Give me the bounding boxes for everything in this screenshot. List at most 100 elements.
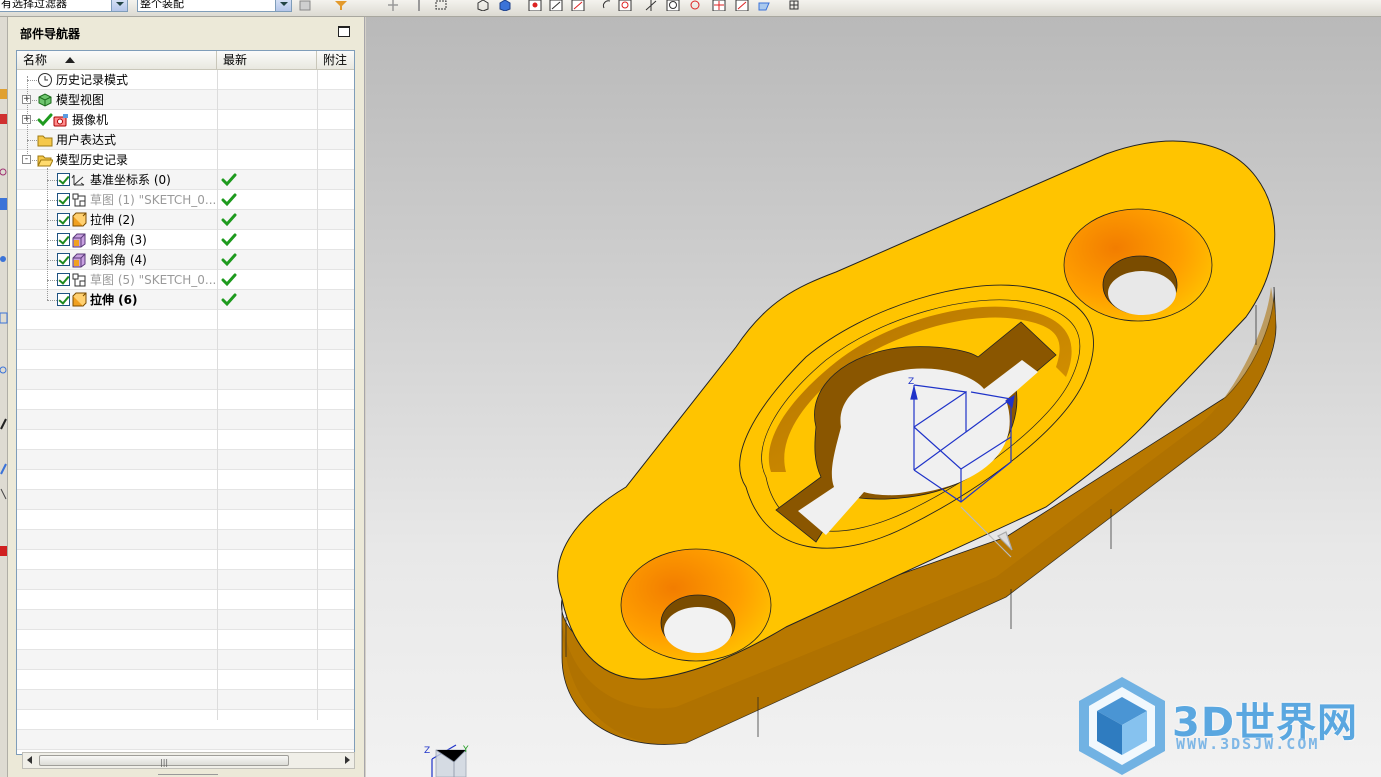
clock-icon	[37, 72, 53, 88]
process-studio-icon[interactable]	[0, 363, 8, 377]
assembly-scope-value: 整个装配	[140, 0, 184, 10]
graphics-window[interactable]: Z Z Y 3D世界网 WWW.3DSJW.COM	[366, 17, 1381, 777]
empty-row	[17, 670, 354, 690]
empty-row	[17, 650, 354, 670]
chevron-down-icon[interactable]	[111, 0, 127, 11]
tree-row[interactable]: 倒斜角 (4)	[17, 250, 354, 270]
web-browser-icon[interactable]	[0, 252, 8, 266]
snap-tangent-icon[interactable]	[644, 0, 658, 11]
system-visualization-icon[interactable]	[0, 417, 8, 431]
view-triad[interactable]	[431, 744, 467, 777]
grid-icon[interactable]	[788, 0, 802, 11]
reuse-library-icon[interactable]	[0, 462, 8, 476]
datum-csys-icon	[71, 172, 87, 188]
tree-connector	[47, 168, 48, 300]
empty-row	[17, 590, 354, 610]
tree-row[interactable]: 拉伸 (6)	[17, 290, 354, 310]
part-navigator-icon[interactable]	[0, 197, 8, 211]
feature-checkbox[interactable]	[57, 233, 70, 246]
empty-row	[17, 350, 354, 370]
model-view[interactable]: Z Z Y	[366, 17, 1381, 777]
tree-row[interactable]: + 摄像机	[17, 110, 354, 130]
history-icon[interactable]	[0, 165, 8, 179]
latest-check-icon	[221, 192, 237, 208]
empty-row	[17, 410, 354, 430]
chamfer-icon	[71, 252, 87, 268]
assembly-navigator-icon[interactable]	[0, 112, 8, 126]
tree-row[interactable]: 基准坐标系 (0)	[17, 170, 354, 190]
hd3d-icon[interactable]	[0, 487, 8, 501]
counterbore-hole-right	[1063, 208, 1213, 322]
tree-row[interactable]: 拉伸 (2)	[17, 210, 354, 230]
assembly-scope-combo[interactable]: 整个装配	[137, 0, 292, 12]
snap-point-icon[interactable]	[298, 0, 312, 11]
box-select-icon[interactable]	[435, 0, 449, 11]
counterbore-hole-left	[620, 548, 772, 662]
feature-checkbox[interactable]	[57, 213, 70, 226]
filter-funnel-icon[interactable]	[334, 0, 348, 11]
csys-z-label: Z	[908, 377, 914, 387]
folder-open-icon	[37, 152, 54, 168]
snap-face-icon[interactable]	[757, 0, 771, 11]
extrude-icon	[71, 292, 87, 308]
column-header-latest[interactable]: 最新	[217, 51, 317, 70]
column-header-name[interactable]: 名称	[17, 51, 217, 70]
shaded-cube-icon[interactable]	[498, 0, 512, 11]
empty-row	[17, 490, 354, 510]
scrollbar-thumb[interactable]: |||	[39, 755, 289, 767]
snap-center-icon[interactable]	[666, 0, 680, 11]
column-divider	[217, 70, 218, 720]
feature-checkbox[interactable]	[57, 173, 70, 186]
tree-header: 名称 最新 附注	[17, 51, 354, 70]
tree-row[interactable]: - 模型历史记录	[17, 150, 354, 170]
camera-icon	[53, 112, 69, 128]
tree-row[interactable]: 用户表达式	[17, 130, 354, 150]
snap-existing-point-icon[interactable]	[712, 0, 726, 11]
resource-bar	[0, 17, 8, 777]
maximize-icon[interactable]	[338, 26, 350, 37]
scroll-right-icon[interactable]	[345, 756, 350, 764]
empty-row	[17, 450, 354, 470]
watermark-logo	[1079, 677, 1165, 775]
collapse-icon[interactable]: -	[22, 155, 31, 164]
tree-row-label: 模型历史记录	[56, 153, 129, 167]
chevron-down-icon[interactable]	[275, 0, 291, 11]
tree-row-label: 草图 (1) "SKETCH_0...	[90, 193, 217, 207]
feature-checkbox[interactable]	[57, 193, 70, 206]
snap-quadrant-icon[interactable]	[688, 0, 702, 11]
tree-row-label: 基准坐标系 (0)	[90, 173, 171, 187]
snap-control-icon[interactable]	[571, 0, 585, 11]
feature-checkbox[interactable]	[57, 273, 70, 286]
point-icon[interactable]	[412, 0, 426, 11]
snap-arc-icon[interactable]	[600, 0, 614, 11]
latest-check-icon	[221, 272, 237, 288]
snap-intersection-icon[interactable]	[618, 0, 632, 11]
tree-row[interactable]: + 模型视图	[17, 90, 354, 110]
tree-row-label: 模型视图	[56, 93, 105, 107]
snap-curve-icon[interactable]	[735, 0, 749, 11]
manufacturing-icon[interactable]	[0, 544, 8, 558]
tree-row[interactable]: 历史记录模式	[17, 70, 354, 90]
roles-icon[interactable]	[0, 87, 8, 101]
palette-icon[interactable]	[0, 311, 8, 325]
horizontal-scrollbar[interactable]: |||	[22, 752, 355, 769]
snap-endpoint-icon[interactable]	[528, 0, 542, 11]
selection-filter-combo[interactable]: 有选择过滤器	[0, 0, 128, 12]
empty-row	[17, 470, 354, 490]
empty-row	[17, 550, 354, 570]
feature-checkbox[interactable]	[57, 293, 70, 306]
top-toolbar: 有选择过滤器 整个装配	[0, 0, 1381, 17]
tree-row-label: 倒斜角 (4)	[90, 253, 147, 267]
snap-midpoint-icon[interactable]	[549, 0, 563, 11]
column-header-note[interactable]: 附注	[317, 51, 354, 70]
feature-checkbox[interactable]	[57, 253, 70, 266]
move-icon[interactable]	[386, 0, 400, 11]
tree-connector	[27, 76, 28, 156]
scroll-left-icon[interactable]	[27, 756, 32, 764]
empty-row	[17, 570, 354, 590]
part-navigator-panel: 部件导航器 名称 最新 附注 历史记录模式 + 模型视图 + 摄像机 用户表达式 - 模型历史…	[8, 17, 365, 777]
tree-row[interactable]: 草图 (1) "SKETCH_0...	[17, 190, 354, 210]
tree-row[interactable]: 倒斜角 (3)	[17, 230, 354, 250]
tree-row[interactable]: 草图 (5) "SKETCH_0...	[17, 270, 354, 290]
wireframe-icon[interactable]	[476, 0, 490, 11]
